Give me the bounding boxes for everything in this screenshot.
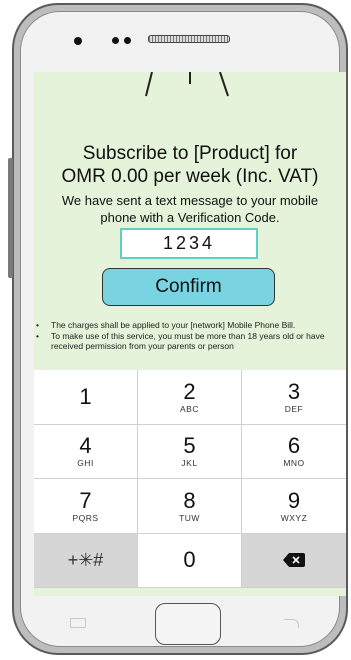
verification-code-input[interactable]: 1234 [120,228,258,259]
key-letters: DEF [284,403,304,414]
key-letters: JKL [181,458,198,469]
key-digit: 8 [183,487,196,513]
key-letters: TUW [179,512,200,523]
key-letters: WXYZ [280,512,308,523]
subscription-title: Subscribe to [Product] for OMR 0.00 per … [34,142,346,188]
key-6[interactable]: 6 MNO [242,425,346,479]
message-line-1: We have sent a text message to your mobi… [61,193,319,208]
key-digit: 1 [79,383,92,409]
key-9[interactable]: 9 WXYZ [242,479,346,534]
key-digit: 2 [183,378,196,404]
menu-key-icon[interactable] [70,618,86,628]
front-camera [74,37,82,45]
light-sensor [124,37,131,44]
volume-button [8,158,13,278]
key-letters: GHI [77,458,94,469]
key-digit: 6 [287,433,301,459]
key-digit: 5 [183,433,196,459]
key-letters: MNO [283,458,305,469]
home-button[interactable] [155,603,221,645]
message-line-2: phone with a Verification Code. [100,210,280,225]
key-digit: 9 [287,487,301,513]
signal-antenna-icon [145,72,229,97]
back-key-icon[interactable] [284,619,299,628]
key-digit: 4 [79,433,92,459]
key-letters: ABC [180,403,199,414]
key-8[interactable]: 8 TUW [138,479,242,534]
terms-list: The charges shall be applied to your [ne… [36,320,344,352]
terms-item-age: To make use of this service, you must be… [36,331,344,351]
verification-message: We have sent a text message to your mobi… [34,192,346,226]
key-0[interactable]: 0 [138,533,242,588]
key-digit: 3 [287,378,301,404]
key-4[interactable]: 4 GHI [34,424,138,479]
key-1[interactable]: 1 [34,370,138,425]
key-delete[interactable] [242,533,346,588]
key-3[interactable]: 3 DEF [242,370,346,425]
symbols-label: +✳# [67,549,104,570]
key-letters: PQRS [72,512,99,523]
key-symbols[interactable]: +✳# [34,533,138,588]
terms-item-charges: The charges shall be applied to your [ne… [36,320,344,330]
key-digit: 0 [183,547,196,573]
key-5[interactable]: 5 JKL [138,424,242,479]
confirm-button[interactable]: Confirm [102,268,275,306]
key-2[interactable]: 2 ABC [138,370,242,425]
key-7[interactable]: 7 PQRS [34,479,138,534]
key-digit: 7 [79,487,92,513]
backspace-icon [283,553,305,568]
numeric-keypad: 1 2 ABC 3 DEF 4 GHI 5 JKL 6 MNO 7 PQRS 8 TUW 9W… [34,370,346,588]
title-line-2: OMR 0.00 per week (Inc. VAT) [61,166,319,187]
earpiece-speaker [148,35,230,43]
title-line-1: Subscribe to [Product] for [82,143,298,164]
proximity-sensor [112,37,119,44]
